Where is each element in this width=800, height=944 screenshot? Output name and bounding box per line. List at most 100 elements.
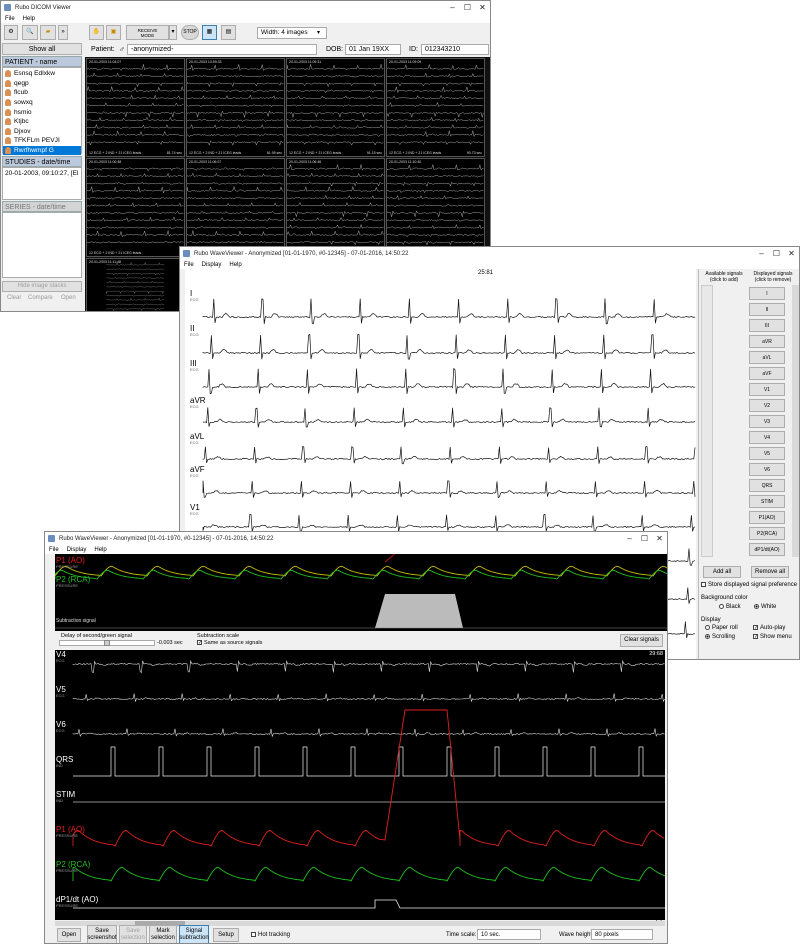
export-icon[interactable]: ▣ bbox=[106, 25, 121, 40]
maximize-icon[interactable]: ☐ bbox=[769, 247, 784, 260]
time-scale-select[interactable]: 10 sec. bbox=[477, 929, 541, 940]
compare-button[interactable]: Compare bbox=[28, 295, 53, 301]
study-item[interactable]: 20-01-2003, 09:10:27, [El bbox=[3, 168, 81, 179]
minimize-icon[interactable]: – bbox=[445, 1, 460, 14]
ecg-thumbnail[interactable]: 20-01-2003 11:04:07 12 ECG + 2 IND + 21 I… bbox=[86, 58, 185, 157]
list-item[interactable]: Ktjbc bbox=[3, 117, 81, 127]
series-header[interactable]: SERIES - date/time bbox=[2, 201, 82, 212]
minimize-icon[interactable]: – bbox=[754, 247, 769, 260]
studies-header[interactable]: STUDIES - date/time bbox=[2, 156, 82, 167]
receive-mode-button[interactable]: RECEIVE MODE bbox=[126, 25, 169, 40]
paper-roll-radio[interactable]: Paper roll bbox=[705, 625, 738, 631]
maximize-icon[interactable]: ☐ bbox=[460, 1, 475, 14]
menu-file[interactable]: File bbox=[184, 262, 194, 268]
hot-tracking-checkbox[interactable]: Hot tracking bbox=[251, 932, 290, 938]
same-scale-checkbox[interactable]: Same as source signals bbox=[197, 640, 262, 646]
list-item-selected[interactable]: Rwrfhwmpf G bbox=[3, 145, 81, 156]
delay-slider[interactable] bbox=[59, 640, 155, 646]
list-item[interactable]: TFKFLm PEVJI bbox=[3, 136, 81, 146]
zoom-icon[interactable]: 🔍 bbox=[22, 25, 38, 40]
show-menu-checkbox[interactable]: Show menu bbox=[753, 634, 792, 640]
mark-selection-button[interactable]: Mark selection bbox=[149, 925, 177, 943]
clear-signals-button[interactable]: Clear signals bbox=[620, 634, 663, 647]
signal-button-dp1dt[interactable]: dP1/dt(AO) bbox=[749, 543, 785, 556]
list-item[interactable]: Esnsq Edlxkw bbox=[3, 69, 81, 79]
list-item[interactable]: flcub bbox=[3, 88, 81, 98]
chevron-down-icon[interactable]: ▾ bbox=[317, 29, 320, 36]
fast-forward-icon[interactable]: ▶▶ bbox=[656, 915, 665, 922]
wave-height-select[interactable]: 80 pixels bbox=[591, 929, 653, 940]
list-item[interactable]: hsmio bbox=[3, 107, 81, 117]
menu-file[interactable]: File bbox=[49, 547, 59, 553]
ecg-thumbnail[interactable]: 20-01-2003 11:10:4012 ECG + 2 IND + 21 I… bbox=[386, 158, 485, 257]
wave2-plot-area[interactable]: 29:68 V4 ECG V5 ECG V6 ECG QRS IND STIM IND P… bbox=[55, 650, 665, 920]
ecg-thumbnail[interactable]: 20-01-2003 11:09:31 12 ECG + 2 IND + 21 I… bbox=[286, 58, 385, 157]
menu-display[interactable]: Display bbox=[67, 547, 87, 553]
grid-layout-icon[interactable]: ▦ bbox=[202, 25, 217, 40]
signal-button-v2[interactable]: V2 bbox=[749, 399, 785, 412]
dicom-titlebar[interactable]: Rubo DICOM Viewer – ☐ ✕ bbox=[1, 1, 490, 14]
menu-help[interactable]: Help bbox=[23, 16, 35, 22]
save-screenshot-button[interactable]: Save screenshot bbox=[87, 925, 117, 943]
menu-file[interactable]: File bbox=[5, 16, 15, 22]
close-icon[interactable]: ✕ bbox=[784, 247, 799, 260]
menu-help[interactable]: Help bbox=[229, 262, 241, 268]
open-button[interactable]: Open bbox=[57, 928, 81, 942]
signal-button-avr[interactable]: aVR bbox=[749, 335, 785, 348]
signal-button-stim[interactable]: STIM bbox=[749, 495, 785, 508]
ecg-thumbnail[interactable]: 20-01-2003 11:11:48 bbox=[86, 258, 185, 311]
dicom-tool-button[interactable]: ⚙ bbox=[4, 25, 18, 40]
remove-all-button[interactable]: Remove all bbox=[751, 566, 789, 578]
list-item[interactable]: Djxov bbox=[3, 127, 81, 137]
scrolling-radio[interactable]: Scrolling bbox=[705, 634, 735, 640]
menu-help[interactable]: Help bbox=[94, 547, 106, 553]
subtraction-overview[interactable]: P1 (AO) PRESSURE P2 (RCA) PRESSURE Subtrac… bbox=[55, 554, 667, 631]
list-item[interactable]: sowxq bbox=[3, 98, 81, 108]
folder-icon[interactable]: ▰ bbox=[40, 25, 56, 40]
signal-button-p2[interactable]: P2(RCA) bbox=[749, 527, 785, 540]
bg-black-radio[interactable]: Black bbox=[719, 604, 741, 610]
signal-button-avf[interactable]: aVF bbox=[749, 367, 785, 380]
signal-subtraction-button[interactable]: Signal subtraction bbox=[179, 925, 209, 943]
ecg-thumbnail[interactable]: 20-01-2003 11:06:0712 ECG + 2 IND + 21 I… bbox=[186, 158, 285, 257]
save-selection-button[interactable]: Save selection bbox=[119, 925, 147, 943]
ecg-thumbnail[interactable]: 20-01-2003 11:06:4612 ECG + 2 IND + 21 I… bbox=[286, 158, 385, 257]
ecg-thumbnail[interactable]: 20-01-2003 10:59:33 12 ECG + 2 IND + 21 I… bbox=[186, 58, 285, 157]
minimize-icon[interactable]: – bbox=[622, 532, 637, 545]
signal-button-v6[interactable]: V6 bbox=[749, 463, 785, 476]
signal-button-v3[interactable]: V3 bbox=[749, 415, 785, 428]
ecg-thumbnail[interactable]: 20-01-2003 11:09:09 12 ECG + 2 IND + 21 I… bbox=[386, 58, 485, 157]
signal-button-avl[interactable]: aVL bbox=[749, 351, 785, 364]
list-item[interactable]: qegp bbox=[3, 79, 81, 89]
auto-play-checkbox[interactable]: Auto-play bbox=[753, 625, 785, 631]
signal-button-ii[interactable]: II bbox=[749, 303, 785, 316]
receive-dropdown[interactable]: ▾ bbox=[169, 25, 177, 40]
scrollbar[interactable] bbox=[792, 285, 799, 557]
clear-button[interactable]: Clear bbox=[7, 295, 21, 301]
add-all-button[interactable]: Add all bbox=[703, 566, 741, 578]
setup-button[interactable]: Setup bbox=[213, 928, 239, 942]
wave1-titlebar[interactable]: Rubo WaveViewer - Anonymized [01-01-1970… bbox=[180, 247, 799, 260]
store-preference-checkbox[interactable]: Store displayed signal preference bbox=[701, 582, 797, 588]
chevron-down-icon[interactable]: » bbox=[58, 25, 68, 40]
open-button[interactable]: Open bbox=[61, 295, 76, 301]
hand-icon[interactable]: ✋ bbox=[89, 25, 104, 40]
wave2-titlebar[interactable]: Rubo WaveViewer - Anonymized [01-01-1970… bbox=[45, 532, 667, 545]
signal-button-v1[interactable]: V1 bbox=[749, 383, 785, 396]
signal-button-p1[interactable]: P1(AO) bbox=[749, 511, 785, 524]
bg-white-radio[interactable]: White bbox=[754, 604, 776, 610]
compare-layout-icon[interactable]: ▤ bbox=[221, 25, 236, 40]
signal-button-qrs[interactable]: QRS bbox=[749, 479, 785, 492]
signal-button-v5[interactable]: V5 bbox=[749, 447, 785, 460]
menu-display[interactable]: Display bbox=[202, 262, 222, 268]
hide-image-stacks-button[interactable]: Hide image stacks bbox=[2, 281, 82, 292]
available-signals-list[interactable] bbox=[701, 285, 713, 557]
signal-button-iii[interactable]: III bbox=[749, 319, 785, 332]
show-all-button[interactable]: Show all bbox=[2, 43, 82, 55]
ecg-thumbnail[interactable]: 20-01-2003 11:00:48 12 ECG + 2 IND + 21 I… bbox=[86, 158, 185, 257]
signal-button-v4[interactable]: V4 bbox=[749, 431, 785, 444]
signal-button-i[interactable]: I bbox=[749, 287, 785, 300]
maximize-icon[interactable]: ☐ bbox=[637, 532, 652, 545]
stop-button[interactable]: STOP bbox=[181, 25, 199, 40]
close-icon[interactable]: ✕ bbox=[475, 1, 490, 14]
